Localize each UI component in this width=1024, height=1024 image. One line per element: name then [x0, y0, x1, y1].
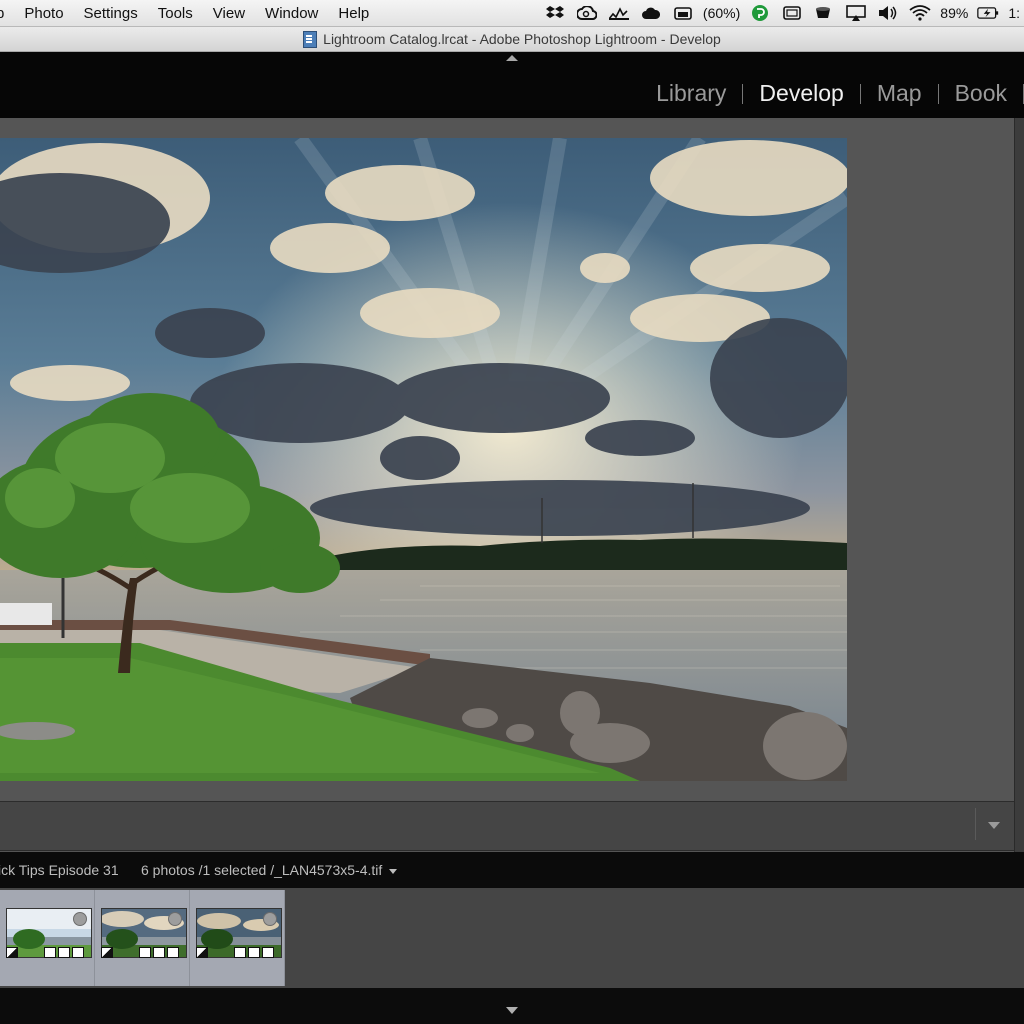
filmstrip-info-caret-icon[interactable]: [389, 868, 398, 874]
keywords-badge-icon: [139, 947, 151, 958]
filmstrip-source[interactable]: ick Tips Episode 31: [0, 862, 119, 878]
edited-corner-icon: [101, 947, 113, 958]
display-icon[interactable]: [781, 5, 803, 21]
top-panel-toggle-icon[interactable]: [506, 55, 518, 61]
edited-corner-icon: [6, 947, 18, 958]
crop-badge-icon: [248, 947, 260, 958]
toolbar-divider: [975, 808, 976, 840]
battery-icon[interactable]: [977, 5, 999, 21]
creative-cloud-icon[interactable]: [576, 5, 598, 21]
coffee-cup-icon[interactable]: [813, 5, 835, 21]
menu-tools[interactable]: Tools: [148, 5, 203, 22]
menu-window[interactable]: Window: [255, 5, 328, 22]
module-picker: Library Develop Map Book: [640, 80, 1024, 107]
battery-app-icon[interactable]: [672, 5, 694, 21]
window-titlebar[interactable]: Lightroom Catalog.lrcat - Adobe Photosho…: [0, 27, 1024, 52]
develop-badge-icon: [72, 947, 84, 958]
menu-help[interactable]: Help: [328, 5, 379, 22]
module-develop[interactable]: Develop: [743, 80, 859, 107]
develop-badge-icon: [262, 947, 274, 958]
window-title: Lightroom Catalog.lrcat - Adobe Photosho…: [323, 31, 721, 47]
document-icon: [303, 30, 318, 48]
filmstrip-info-text: 6 photos /1 selected /_LAN4573x5-4.tif: [141, 862, 383, 878]
crop-badge-icon: [58, 947, 70, 958]
toolbar-content-dropdown-icon[interactable]: [988, 822, 1000, 829]
evernote-icon[interactable]: [749, 5, 771, 21]
module-library[interactable]: Library: [640, 80, 742, 107]
bottom-panel-toggle-icon[interactable]: [506, 1007, 518, 1014]
keywords-badge-icon: [234, 947, 246, 958]
battery-percent: 89%: [940, 5, 969, 21]
filmstrip-thumbnail[interactable]: [0, 890, 95, 986]
thumbnail-badges: [101, 947, 185, 958]
volume-icon[interactable]: [877, 5, 899, 21]
clock[interactable]: 1:: [1008, 5, 1020, 21]
module-map[interactable]: Map: [861, 80, 938, 107]
activity-monitor-icon[interactable]: [608, 5, 630, 21]
thumbnail-badges: [196, 947, 280, 958]
right-panel-edge[interactable]: [1014, 118, 1024, 852]
develop-badge-icon: [167, 947, 179, 958]
filmstrip-bottom-bar: [0, 988, 1024, 1024]
status-area: (60%) 89% 1:: [539, 0, 1024, 26]
dropbox-icon[interactable]: [544, 5, 566, 21]
menu-photo[interactable]: Photo: [14, 5, 73, 22]
cloud-icon[interactable]: [640, 5, 662, 21]
keywords-badge-icon: [44, 947, 56, 958]
menu-app[interactable]: p: [0, 5, 14, 22]
thumbnail-badge-dot: [263, 912, 277, 926]
menu-settings[interactable]: Settings: [74, 5, 148, 22]
filmstrip-thumbnail[interactable]: [95, 890, 190, 986]
thumbnail-badges: [6, 947, 90, 958]
develop-toolbar: [0, 801, 1014, 851]
filmstrip-header: ick Tips Episode 31 6 photos /1 selected…: [0, 852, 1024, 888]
filmstrip-thumbnail[interactable]: [190, 890, 285, 986]
edited-corner-icon: [196, 947, 208, 958]
main-photo[interactable]: [0, 138, 847, 781]
menu-view[interactable]: View: [203, 5, 255, 22]
airplay-icon[interactable]: [845, 5, 867, 21]
menu-bar: p Photo Settings Tools View Window Help …: [0, 0, 1024, 27]
thumbnail-badge-dot: [73, 912, 87, 926]
module-book[interactable]: Book: [939, 80, 1023, 107]
wifi-icon[interactable]: [909, 5, 931, 21]
filmstrip-info[interactable]: 6 photos /1 selected /_LAN4573x5-4.tif: [141, 862, 398, 878]
memory-percent: (60%): [702, 5, 741, 21]
crop-badge-icon: [153, 947, 165, 958]
thumbnail-badge-dot: [168, 912, 182, 926]
